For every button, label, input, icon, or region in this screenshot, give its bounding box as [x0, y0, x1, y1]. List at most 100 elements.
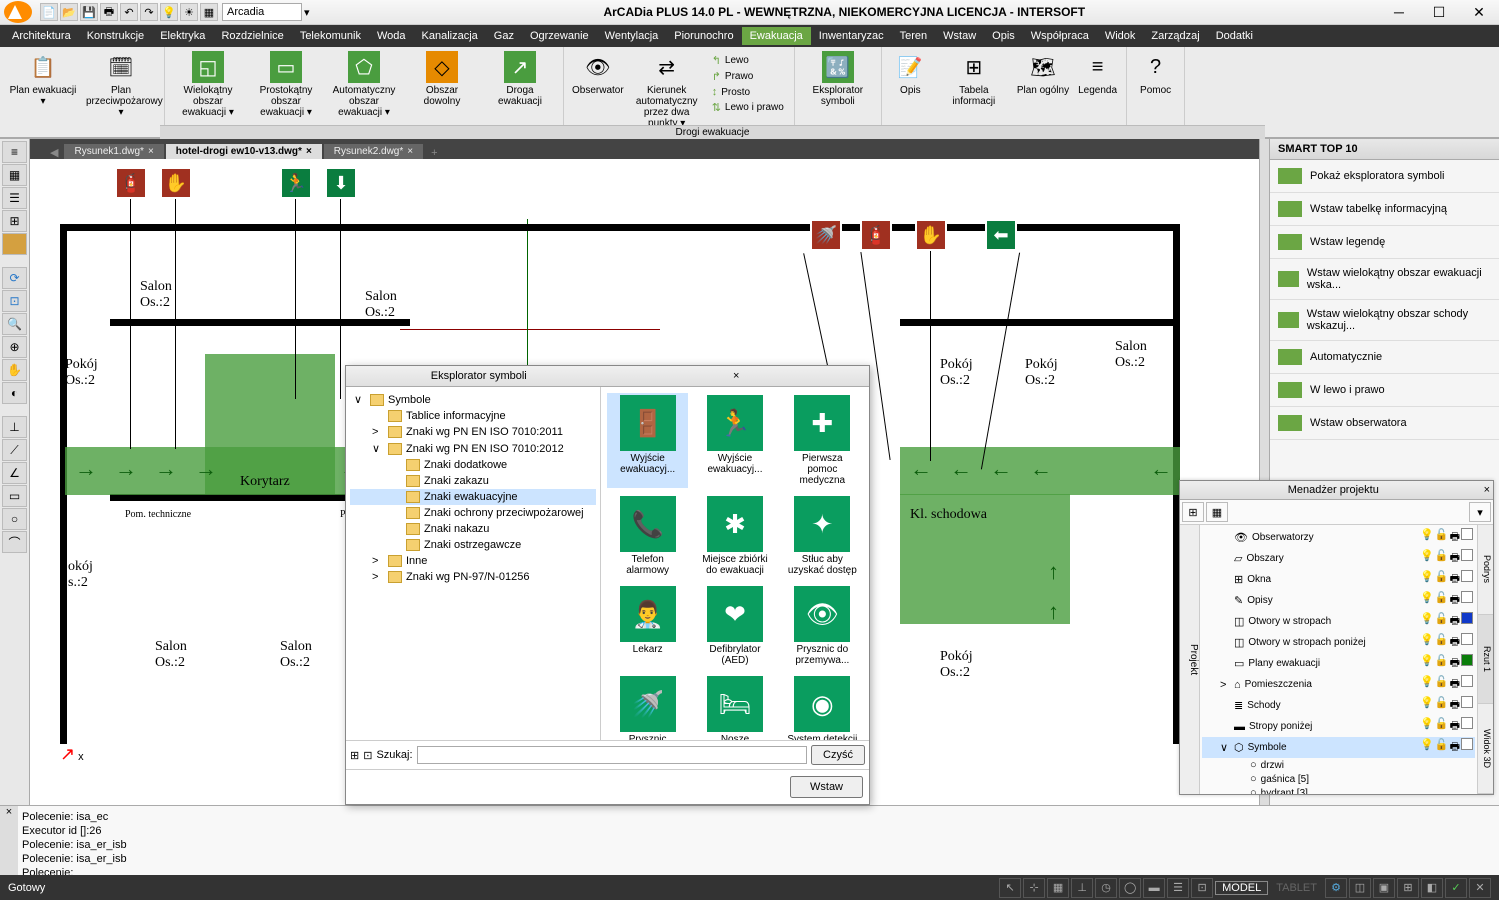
tool-list-icon[interactable]: ☰ — [2, 187, 27, 209]
status-misc3-icon[interactable]: ⊞ — [1397, 878, 1419, 898]
menu-rozdzielnice[interactable]: Rozdzielnice — [213, 27, 291, 45]
lock-icon[interactable]: 🔓 — [1435, 717, 1449, 736]
pm-layer-row[interactable]: ∨⬡ Symbole💡🔓🖶 — [1202, 737, 1475, 758]
tool-orbit-icon[interactable]: ◐ — [2, 382, 27, 404]
tree-item[interactable]: Znaki ostrzegawcze — [350, 537, 596, 553]
lock-icon[interactable]: 🔓 — [1435, 738, 1449, 757]
search-tool2-icon[interactable]: ⊡ — [363, 749, 372, 762]
tree-item[interactable]: Znaki nakazu — [350, 521, 596, 537]
minimize-button[interactable]: ─ — [1379, 0, 1419, 25]
tool-props-icon[interactable]: ⊞ — [2, 210, 27, 232]
symbol-item[interactable]: 🛏Nosze — [694, 674, 775, 740]
smart-item[interactable]: Wstaw legendę — [1270, 226, 1499, 259]
status-ok-icon[interactable]: ✓ — [1445, 878, 1467, 898]
explorer-grid[interactable]: 🚪Wyjście ewakuacyj...🏃Wyjście ewakuacyj.… — [601, 387, 869, 740]
ribbon-btn[interactable]: ⊞Tabela informacji — [937, 49, 1011, 109]
bulb-icon[interactable]: 💡 — [1420, 570, 1434, 589]
ribbon-btn[interactable]: 📋Plan ewakuacji ▾ — [6, 49, 80, 109]
qat-open-icon[interactable]: 📂 — [60, 3, 78, 21]
print-icon[interactable]: 🖶 — [1450, 675, 1460, 694]
bulb-icon[interactable]: 💡 — [1420, 717, 1434, 736]
status-dyn-icon[interactable]: ⊡ — [1191, 878, 1213, 898]
symbol-item[interactable]: 🏃Wyjście ewakuacyj... — [694, 393, 775, 488]
symbol-item[interactable]: 👨‍⚕️Lekarz — [607, 584, 688, 668]
status-ortho-icon[interactable]: ⊥ — [1071, 878, 1093, 898]
tab-close-icon[interactable]: × — [407, 146, 413, 157]
ribbon-btn[interactable]: 👁Obserwator — [570, 49, 626, 98]
color-swatch[interactable] — [1461, 633, 1473, 645]
pm-layer-row[interactable]: 👁 Obserwatorzy💡🔓🖶 — [1202, 527, 1475, 548]
ribbon-side-item[interactable]: ↕ Prosto — [708, 85, 788, 99]
menu-wstaw[interactable]: Wstaw — [935, 27, 984, 45]
print-icon[interactable]: 🖶 — [1450, 528, 1460, 547]
tool-layers-icon[interactable]: ≡ — [2, 141, 27, 163]
smart-item[interactable]: W lewo i prawo — [1270, 374, 1499, 407]
tree-item[interactable]: > Inne — [350, 553, 596, 569]
menu-gaz[interactable]: Gaz — [486, 27, 522, 45]
bulb-icon[interactable]: 💡 — [1420, 675, 1434, 694]
bulb-icon[interactable]: 💡 — [1420, 738, 1434, 757]
status-model[interactable]: MODEL — [1215, 881, 1268, 895]
symbol-item[interactable]: 👁Prysznic do przemywa... — [782, 584, 863, 668]
tool-pan-icon[interactable]: ✋ — [2, 359, 27, 381]
tool-refresh-icon[interactable]: ⟳ — [2, 267, 27, 289]
tab-prev-icon[interactable]: ◀ — [50, 146, 58, 159]
symbol-item[interactable]: ✱Miejsce zbiórki do ewakuacji — [694, 494, 775, 578]
tool-zoomwin-icon[interactable]: ⊕ — [2, 336, 27, 358]
pm-close-icon[interactable]: × — [1484, 484, 1490, 496]
ribbon-btn[interactable]: ▭Prostokątny obszar ewakuacji ▾ — [249, 49, 323, 120]
ribbon-btn[interactable]: 🔣Eksplorator symboli — [801, 49, 875, 109]
tool-arc-icon[interactable]: ⌒ — [2, 531, 27, 553]
ribbon-btn[interactable]: 🗓Plan przeciwpożarowy ▾ — [84, 49, 158, 120]
status-thick-icon[interactable]: ▬ — [1143, 878, 1165, 898]
symbol-item[interactable]: 🚪Wyjście ewakuacyj... — [607, 393, 688, 488]
pm-layer-row[interactable]: ✎ Opisy💡🔓🖶 — [1202, 590, 1475, 611]
bulb-icon[interactable]: 💡 — [1420, 528, 1434, 547]
ribbon-side-item[interactable]: ↰ Lewo — [708, 53, 788, 68]
status-misc4-icon[interactable]: ◧ — [1421, 878, 1443, 898]
smart-item[interactable]: Wstaw wielokątny obszar ewakuacji wska..… — [1270, 259, 1499, 300]
pm-layer-row[interactable]: ○ drzwi — [1202, 758, 1475, 772]
pm-tab-podrys[interactable]: Podrys — [1478, 525, 1493, 615]
pm-tool2-icon[interactable]: ▦ — [1206, 502, 1228, 522]
color-swatch[interactable] — [1461, 612, 1473, 624]
qat-grid-icon[interactable]: ▦ — [200, 3, 218, 21]
smart-item[interactable]: Wstaw wielokątny obszar schody wskazuj..… — [1270, 300, 1499, 341]
search-tool1-icon[interactable]: ⊞ — [350, 749, 359, 762]
menu-kanalizacja[interactable]: Kanalizacja — [414, 27, 486, 45]
explorer-tree[interactable]: ∨ Symbole Tablice informacyjne> Znaki wg… — [346, 387, 601, 740]
status-cursor-icon[interactable]: ↖ — [999, 878, 1021, 898]
tree-item[interactable]: Znaki ochrony przeciwpożarowej — [350, 505, 596, 521]
print-icon[interactable]: 🖶 — [1450, 612, 1460, 631]
color-swatch[interactable] — [1461, 528, 1473, 540]
tree-item[interactable]: Znaki zakazu — [350, 473, 596, 489]
menu-telekomunik[interactable]: Telekomunik — [292, 27, 369, 45]
status-polar-icon[interactable]: ◷ — [1095, 878, 1117, 898]
menu-woda[interactable]: Woda — [369, 27, 414, 45]
menu-teren[interactable]: Teren — [892, 27, 936, 45]
tool-circle-icon[interactable]: ○ — [2, 508, 27, 530]
pm-layer-row[interactable]: ≣ Schody💡🔓🖶 — [1202, 695, 1475, 716]
status-osnap-icon[interactable]: ◯ — [1119, 878, 1141, 898]
status-x-icon[interactable]: ✕ — [1469, 878, 1491, 898]
symbol-item[interactable]: ◉System detekcji obecności i p... — [782, 674, 863, 740]
tool-zoomin-icon[interactable]: 🔍 — [2, 313, 27, 335]
smart-item[interactable]: Pokaż eksploratora symboli — [1270, 160, 1499, 193]
pm-layer-row[interactable]: ▬ Stropy poniżej💡🔓🖶 — [1202, 716, 1475, 737]
pm-tree[interactable]: 👁 Obserwatorzy💡🔓🖶▱ Obszary💡🔓🖶⊞ Okna💡🔓🖶✎ … — [1200, 525, 1477, 794]
close-button[interactable]: ✕ — [1459, 0, 1499, 25]
ribbon-btn[interactable]: 🗺Plan ogólny — [1015, 49, 1071, 98]
menu-architektura[interactable]: Architektura — [4, 27, 79, 45]
smart-item[interactable]: Automatycznie — [1270, 341, 1499, 374]
pm-filter-icon[interactable]: ▾ — [1469, 502, 1491, 522]
lock-icon[interactable]: 🔓 — [1435, 549, 1449, 568]
symbol-item[interactable]: ✦Stłuc aby uzyskać dostęp — [782, 494, 863, 578]
status-gear-icon[interactable]: ⚙ — [1325, 878, 1347, 898]
ribbon-btn[interactable]: ?Pomoc — [1133, 49, 1178, 98]
qat-new-icon[interactable]: 📄 — [40, 3, 58, 21]
tab-close-icon[interactable]: × — [148, 146, 154, 157]
ribbon-btn[interactable]: ≡Legenda — [1075, 49, 1120, 98]
symbol-item[interactable]: 🚿Prysznic bezpieczeństwa — [607, 674, 688, 740]
tool-dim-icon[interactable]: ⊥ — [2, 416, 27, 438]
lock-icon[interactable]: 🔓 — [1435, 591, 1449, 610]
